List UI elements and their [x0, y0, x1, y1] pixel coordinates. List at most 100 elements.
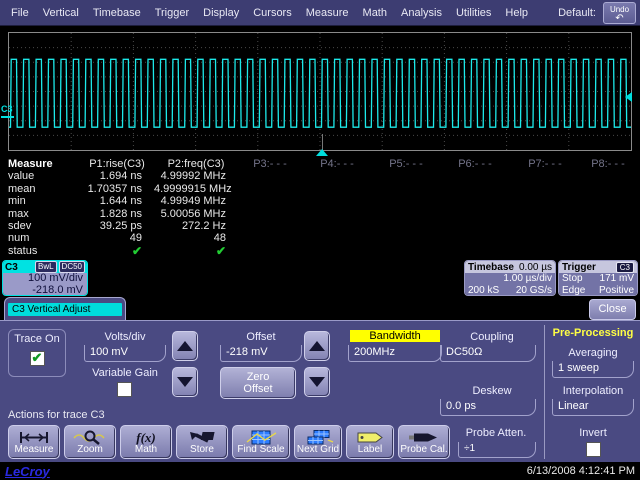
trigger-descriptor-box[interactable]: Trigger C3 Stop 171 mV Edge Positive: [558, 260, 638, 296]
close-button[interactable]: Close: [589, 299, 636, 320]
bandwidth-label[interactable]: Bandwidth: [350, 330, 440, 342]
measure-value-p6-max: [440, 208, 510, 220]
measure-value-p6-min: [440, 195, 510, 207]
timebase-sample-rate: 20 GS/s: [516, 285, 552, 297]
deskew-field[interactable]: 0.0 ps: [440, 399, 536, 416]
measure-value-p6-mean: [440, 183, 510, 195]
trigger-position-marker-icon[interactable]: [316, 149, 328, 156]
measure-value-p2-min: 4.99949 MHz: [154, 195, 238, 207]
menu-item-trigger[interactable]: Trigger: [155, 7, 189, 19]
math-button[interactable]: f(x) Math: [120, 425, 172, 459]
averaging-field[interactable]: 1 sweep: [552, 361, 634, 378]
store-button[interactable]: Store: [176, 425, 228, 459]
tab-c3-vertical-adjust[interactable]: C3 Vertical Adjust: [4, 297, 126, 321]
measure-value-p7-sdev: [510, 220, 580, 232]
measure-col-header-p4[interactable]: P4:- - -: [302, 158, 372, 170]
channel-c3-marker[interactable]: C3: [1, 105, 14, 118]
trigger-slope: Positive: [599, 285, 634, 297]
menu-item-timebase[interactable]: Timebase: [93, 7, 141, 19]
offset-field[interactable]: -218 mV: [220, 345, 302, 362]
measure-col-header-p6[interactable]: P6:- - -: [440, 158, 510, 170]
measure-value-p5-max: [372, 208, 440, 220]
measure-value-p3-sdev: [238, 220, 302, 232]
measure-col-header-p8[interactable]: P8:- - -: [580, 158, 636, 170]
menu-item-measure[interactable]: Measure: [306, 7, 349, 19]
measure-row-label-value: value: [4, 170, 80, 182]
measure-value-p6-value: [440, 170, 510, 182]
measure-value-p2-mean: 4.9999915 MHz: [154, 183, 238, 195]
c3-vertical-adjust-dialog: Trace On Volts/div 100 mV Variable Gain …: [0, 320, 640, 462]
measure-value-p1-min: 1.644 ns: [80, 195, 154, 207]
measure-value-p3-num: [238, 232, 302, 244]
undo-button[interactable]: Undo ↶: [603, 2, 636, 24]
measure-value-p8-min: [580, 195, 636, 207]
offset-increase-button[interactable]: [304, 331, 330, 361]
measure-value-p4-min: [302, 195, 372, 207]
measure-value-p5-num: [372, 232, 440, 244]
measure-value-p5-sdev: [372, 220, 440, 232]
measure-value-p3-max: [238, 208, 302, 220]
menu-item-cursors[interactable]: Cursors: [253, 7, 292, 19]
up-arrow-icon: [177, 341, 193, 351]
invert-checkbox[interactable]: [586, 442, 601, 457]
measure-col-header-p3[interactable]: P3:- - -: [238, 158, 302, 170]
probe-atten-field[interactable]: ÷1: [458, 442, 536, 458]
zoom-button[interactable]: Zoom: [64, 425, 116, 459]
invert-label: Invert: [560, 427, 626, 439]
zero-offset-button[interactable]: Zero Offset: [220, 367, 296, 399]
measure-value-p5-value: [372, 170, 440, 182]
find-scale-button[interactable]: Find Scale: [232, 425, 290, 459]
volts-div-field[interactable]: 100 mV: [84, 345, 166, 362]
measure-table: MeasureP1:rise(C3)P2:freq(C3)P3:- - -P4:…: [4, 158, 640, 257]
measure-status-p4: [302, 245, 372, 257]
zoom-icon: [72, 430, 108, 445]
volts-div-decrease-button[interactable]: [172, 367, 198, 397]
timebase-descriptor-box[interactable]: Timebase 0.00 µs 1.00 µs/div 200 kS 20 G…: [464, 260, 556, 296]
measure-col-header-p1[interactable]: P1:rise(C3): [80, 158, 154, 170]
menu-item-help[interactable]: Help: [505, 7, 528, 19]
measure-value-p4-max: [302, 208, 372, 220]
trigger-source-badge: C3: [616, 262, 634, 273]
measure-value-p7-min: [510, 195, 580, 207]
channel-c3-level-bar: [1, 116, 14, 118]
menu-item-display[interactable]: Display: [203, 7, 239, 19]
measure-value-p5-min: [372, 195, 440, 207]
trace-on-checkbox[interactable]: [30, 351, 45, 366]
label-button[interactable]: Label: [346, 425, 394, 459]
actions-for-trace-label: Actions for trace C3: [8, 409, 105, 421]
volts-div-increase-button[interactable]: [172, 331, 198, 361]
channel-c3-marker-label: C3: [1, 104, 13, 114]
measure-status-p6: [440, 245, 510, 257]
offset-decrease-button[interactable]: [304, 367, 330, 397]
measure-col-header-p5[interactable]: P5:- - -: [372, 158, 440, 170]
measure-value-p5-mean: [372, 183, 440, 195]
menu-item-vertical[interactable]: Vertical: [43, 7, 79, 19]
variable-gain-checkbox[interactable]: [117, 382, 132, 397]
next-grid-button[interactable]: Next Grid: [294, 425, 342, 459]
timebase-samples: 200 kS: [468, 285, 499, 297]
menu-item-analysis[interactable]: Analysis: [401, 7, 442, 19]
coupling-field[interactable]: DC50Ω: [440, 345, 536, 362]
menu-item-math[interactable]: Math: [363, 7, 387, 19]
measure-value-p4-num: [302, 232, 372, 244]
measure-col-header-p2[interactable]: P2:freq(C3): [154, 158, 238, 170]
probe-cal-icon: [406, 430, 442, 445]
interpolation-field[interactable]: Linear: [552, 399, 634, 416]
measure-col-header-p7[interactable]: P7:- - -: [510, 158, 580, 170]
measure-value-p2-sdev: 272.2 Hz: [154, 220, 238, 232]
measure-value-p6-sdev: [440, 220, 510, 232]
measure-status-p7: [510, 245, 580, 257]
measure-value-p2-max: 5.00056 MHz: [154, 208, 238, 220]
measure-value-p6-num: [440, 232, 510, 244]
trigger-position-line: [322, 134, 323, 150]
measure-button[interactable]: Measure: [8, 425, 60, 459]
channel-c3-descriptor-box[interactable]: C3 BwL DC50 100 mV/div -218.0 mV: [2, 260, 88, 296]
measure-status-p3: [238, 245, 302, 257]
menu-item-file[interactable]: File: [11, 7, 29, 19]
bandwidth-field[interactable]: 200MHz: [348, 345, 442, 362]
c3-offset-readout: -218.0 mV: [7, 285, 83, 297]
next-grid-icon: [300, 430, 336, 445]
menu-item-utilities[interactable]: Utilities: [456, 7, 491, 19]
trigger-level-marker-icon[interactable]: [625, 92, 632, 102]
probe-cal-button[interactable]: Probe Cal.: [398, 425, 450, 459]
